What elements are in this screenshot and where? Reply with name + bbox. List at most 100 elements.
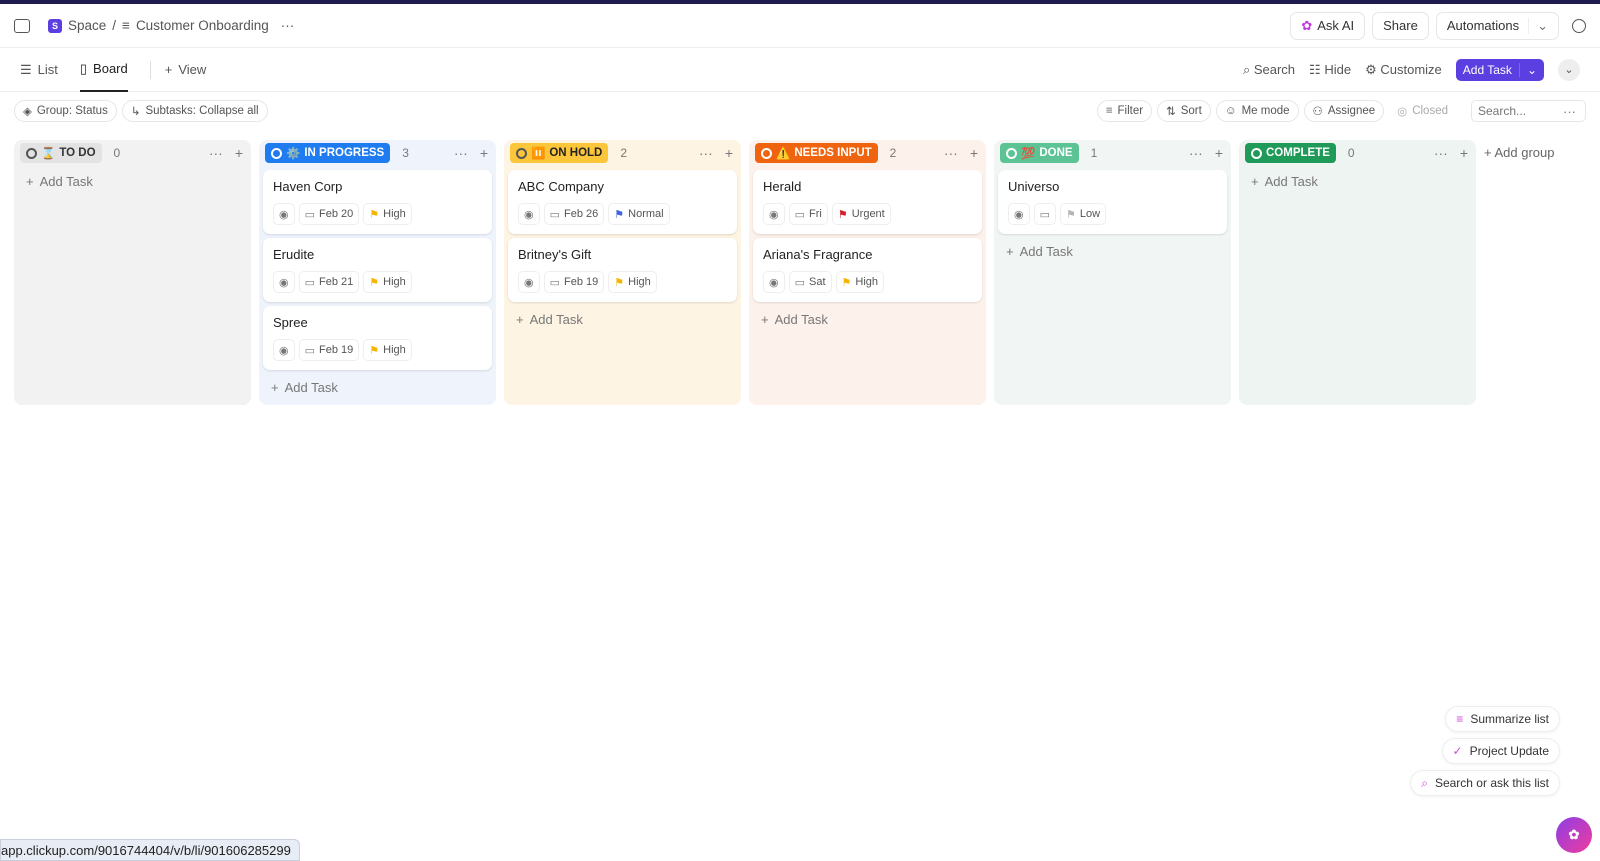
plus-icon[interactable]: + — [725, 145, 733, 161]
add-task-button[interactable]: + Add Task — [18, 166, 247, 193]
task-title[interactable]: Spree — [273, 315, 482, 330]
priority-button[interactable]: ⚑ High — [363, 339, 412, 361]
add-task-button[interactable]: + Add Task — [753, 304, 982, 331]
calendar-icon: ▭ — [549, 276, 561, 289]
assignee-button[interactable]: ◉ — [273, 203, 295, 225]
status-pill[interactable]: COMPLETE — [1245, 143, 1336, 163]
due-date-button[interactable]: ▭ Sat — [788, 271, 832, 293]
task-title[interactable]: Ariana's Fragrance — [763, 247, 972, 262]
task-title[interactable]: ABC Company — [518, 179, 727, 194]
task-card[interactable]: Ariana's Fragrance ◉ ▭ Sat ⚑ High — [753, 238, 982, 302]
add-task-button[interactable]: + Add Task — [1243, 166, 1472, 193]
search-ask-list-button[interactable]: ⌕ Search or ask this list — [1410, 770, 1560, 796]
task-title[interactable]: Herald — [763, 179, 972, 194]
chat-icon[interactable] — [1572, 18, 1586, 33]
status-pill[interactable]: ⏸️ ON HOLD — [510, 143, 609, 163]
task-title[interactable]: Britney's Gift — [518, 247, 727, 262]
more-icon[interactable]: ··· — [454, 145, 468, 161]
share-button[interactable]: Share — [1372, 11, 1429, 40]
customize-button[interactable]: ⚙ Customize — [1365, 62, 1442, 78]
more-icon[interactable]: ··· — [209, 145, 223, 161]
add-view-button[interactable]: + View — [149, 60, 206, 79]
filter-button[interactable]: ≡ Filter — [1096, 100, 1153, 122]
plus-icon[interactable]: + — [1460, 145, 1468, 161]
task-card[interactable]: Haven Corp ◉ ▭ Feb 20 ⚑ High — [263, 170, 492, 234]
more-icon[interactable]: ··· — [1563, 104, 1576, 119]
collapse-toggle[interactable]: ⌄ — [1558, 58, 1580, 81]
priority-button[interactable]: ⚑ High — [835, 271, 885, 293]
more-icon[interactable]: ··· — [944, 145, 958, 161]
ask-ai-button[interactable]: ✿ Ask AI — [1290, 11, 1366, 40]
due-date-button[interactable]: ▭ Fri — [788, 203, 828, 225]
sort-button[interactable]: ⇅ Sort — [1157, 100, 1211, 122]
hide-button[interactable]: ☷ Hide — [1309, 62, 1351, 78]
status-pill[interactable]: 💯 DONE — [1000, 143, 1079, 163]
status-pill[interactable]: ⚙️ IN PROGRESS — [265, 143, 391, 163]
more-icon[interactable]: ··· — [699, 145, 713, 161]
more-icon[interactable]: ··· — [1434, 145, 1448, 161]
board-search-input[interactable] — [1478, 104, 1563, 118]
task-title[interactable]: Haven Corp — [273, 179, 482, 194]
status-circle-icon — [26, 147, 37, 159]
priority-button[interactable]: ⚑ High — [363, 271, 412, 293]
project-update-button[interactable]: ✓ Project Update — [1441, 738, 1560, 764]
summarize-list-button[interactable]: ≡ Summarize list — [1445, 706, 1560, 732]
plus-icon[interactable]: + — [1215, 145, 1223, 161]
task-title[interactable]: Erudite — [273, 247, 482, 262]
assignee-button[interactable]: ◉ — [518, 203, 540, 225]
due-date-button[interactable]: ▭ Feb 21 — [298, 271, 360, 293]
due-date-button[interactable]: ▭ Feb 20 — [298, 203, 360, 225]
closed-toggle[interactable]: ◎ Closed — [1389, 100, 1456, 122]
automations-button[interactable]: Automations ⌄ — [1435, 11, 1559, 40]
due-date-button[interactable]: ▭ Feb 19 — [543, 271, 605, 293]
task-card[interactable]: Britney's Gift ◉ ▭ Feb 19 ⚑ High — [508, 238, 737, 302]
add-group-button[interactable]: + Add group — [1484, 140, 1555, 405]
task-card[interactable]: Universo ◉ ▭ ⚑ Low — [998, 170, 1227, 234]
task-card[interactable]: Erudite ◉ ▭ Feb 21 ⚑ High — [263, 238, 492, 302]
ai-assistant-button[interactable]: ✿ — [1556, 817, 1592, 853]
assignee-button[interactable]: ◉ — [1008, 203, 1030, 225]
automations-label: Automations — [1446, 18, 1520, 33]
due-date-button[interactable]: ▭ — [1033, 203, 1057, 225]
priority-button[interactable]: ⚑ High — [608, 271, 657, 293]
task-title[interactable]: Universo — [1008, 179, 1217, 194]
add-task-button[interactable]: + Add Task — [263, 372, 492, 399]
plus-icon[interactable]: + — [480, 145, 488, 161]
tab-board[interactable]: ▯ Board — [79, 48, 128, 92]
priority-button[interactable]: ⚑ Urgent — [831, 203, 891, 225]
list-more-button[interactable]: ··· — [281, 18, 295, 33]
task-card[interactable]: Herald ◉ ▭ Fri ⚑ Urgent — [753, 170, 982, 234]
more-icon[interactable]: ··· — [1189, 145, 1203, 161]
status-pill[interactable]: ⌛ TO DO — [20, 143, 102, 163]
group-status-button[interactable]: ◈ Group: Status — [14, 100, 117, 122]
priority-button[interactable]: ⚑ High — [363, 203, 412, 225]
chevron-down-icon[interactable]: ⌄ — [1528, 17, 1548, 34]
chevron-down-icon[interactable]: ⌄ — [1518, 62, 1544, 77]
plus-icon[interactable]: + — [970, 145, 978, 161]
search-button[interactable]: ⌕ Search — [1243, 62, 1295, 78]
due-date-button[interactable]: ▭ Feb 19 — [298, 339, 360, 361]
subtasks-button[interactable]: ↳ Subtasks: Collapse all — [121, 100, 268, 122]
breadcrumb-list[interactable]: Customer Onboarding — [136, 18, 269, 33]
me-mode-button[interactable]: ☺ Me mode — [1215, 100, 1299, 122]
priority-button[interactable]: ⚑ Low — [1060, 203, 1107, 225]
assignee-button[interactable]: ◉ — [273, 339, 295, 361]
assignee-button[interactable]: ◉ — [763, 203, 785, 225]
assignee-button[interactable]: ◉ — [273, 271, 295, 293]
priority-button[interactable]: ⚑ Normal — [608, 203, 670, 225]
assignee-button[interactable]: ◉ — [763, 271, 785, 293]
status-pill[interactable]: ⚠️ NEEDS INPUT — [755, 143, 878, 163]
sidebar-toggle-icon[interactable] — [14, 18, 30, 33]
board-search-field[interactable]: ··· — [1471, 100, 1586, 122]
task-card[interactable]: ABC Company ◉ ▭ Feb 26 ⚑ Normal — [508, 170, 737, 234]
assignee-button[interactable]: ⚇ Assignee — [1303, 100, 1385, 122]
add-task-button[interactable]: + Add Task — [998, 236, 1227, 263]
add-task-button[interactable]: + Add Task — [508, 304, 737, 331]
due-date-button[interactable]: ▭ Feb 26 — [543, 203, 605, 225]
tab-list[interactable]: ☰ List — [20, 48, 58, 92]
add-task-button[interactable]: Add Task ⌄ — [1455, 58, 1544, 81]
task-card[interactable]: Spree ◉ ▭ Feb 19 ⚑ High — [263, 306, 492, 370]
assignee-button[interactable]: ◉ — [518, 271, 540, 293]
plus-icon[interactable]: + — [235, 145, 243, 161]
breadcrumb-space[interactable]: Space — [68, 18, 106, 33]
